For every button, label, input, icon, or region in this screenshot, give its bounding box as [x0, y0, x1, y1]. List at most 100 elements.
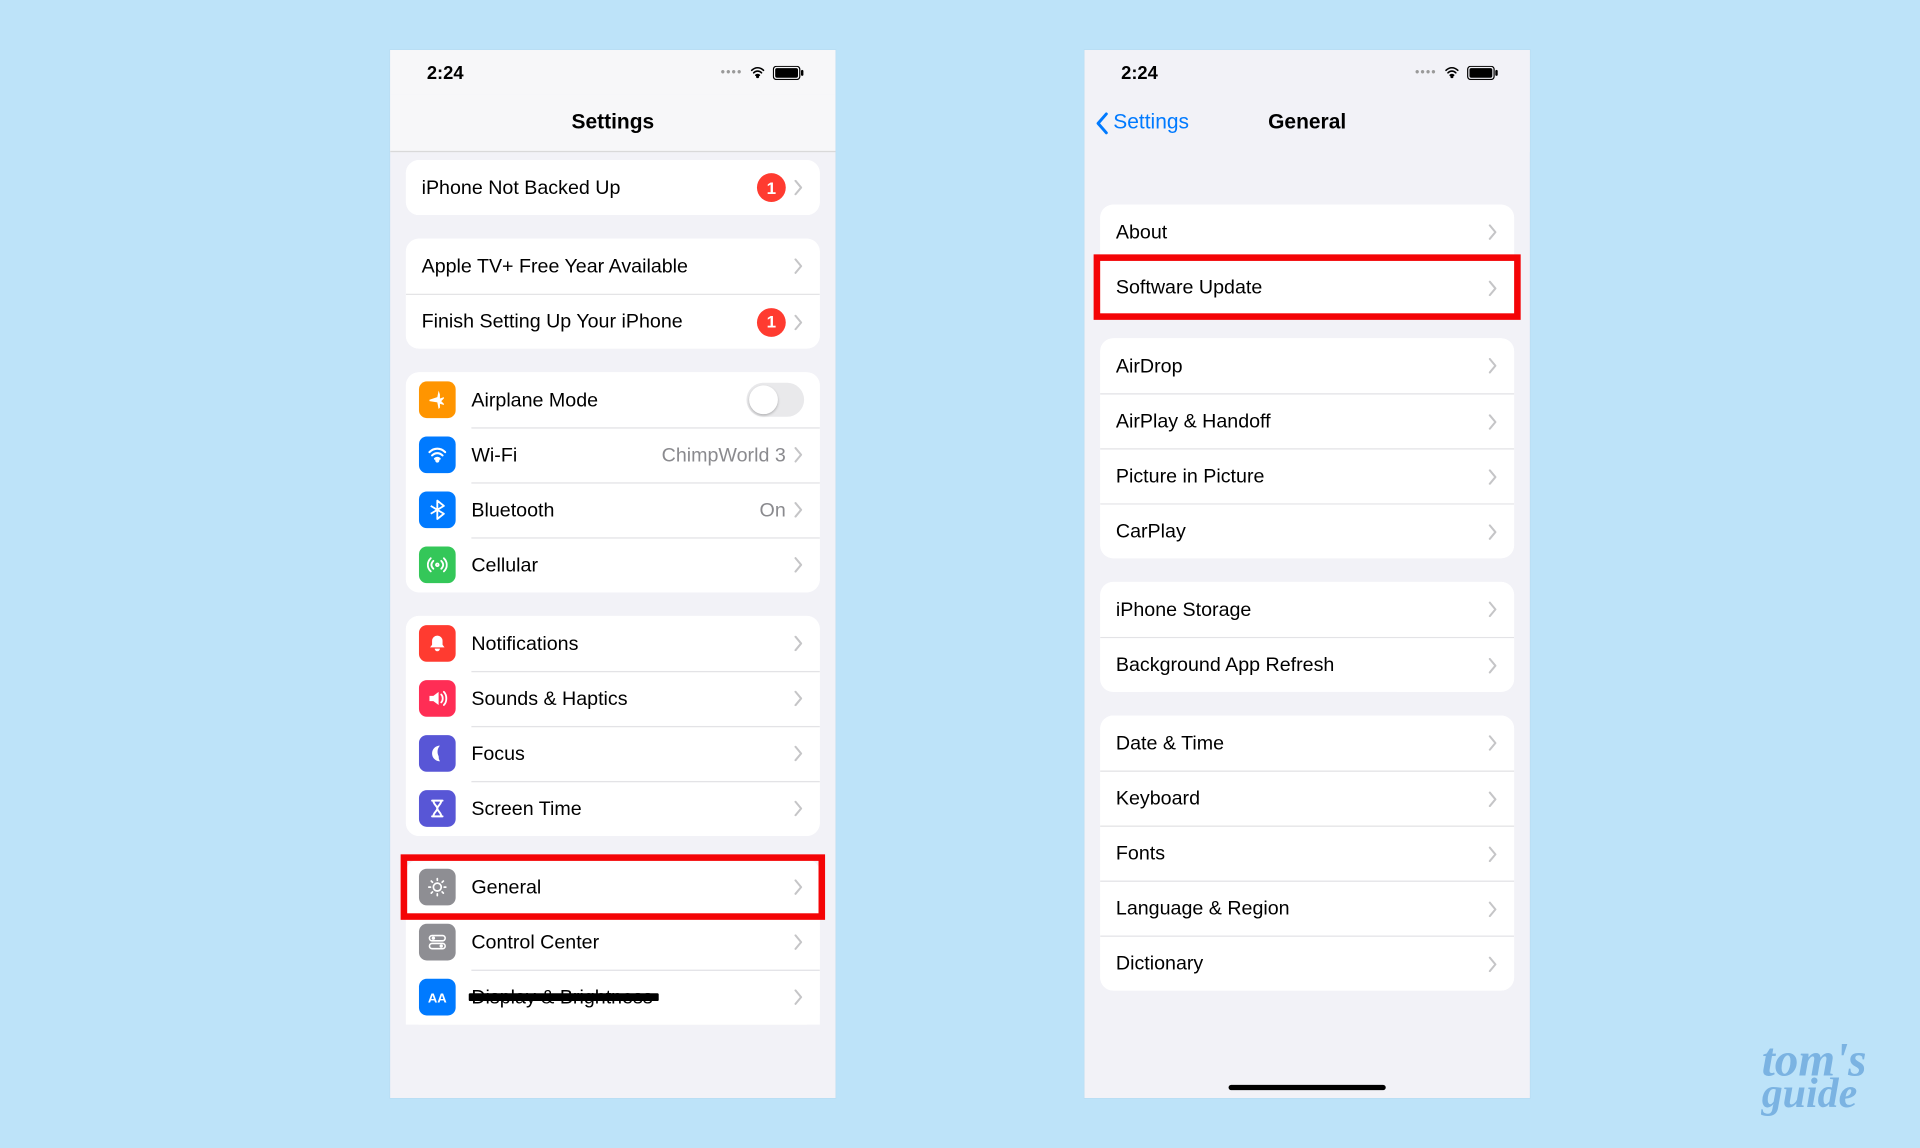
- chevron-right-icon: [794, 879, 804, 895]
- chevron-right-icon: [1488, 791, 1498, 807]
- row-label: Dictionary: [1116, 953, 1203, 975]
- chevron-right-icon: [794, 801, 804, 817]
- wifi-icon: [419, 436, 456, 473]
- speaker-icon: [419, 680, 456, 717]
- chevron-right-icon: [1488, 657, 1498, 673]
- row-dictionary[interactable]: Dictionary: [1100, 936, 1514, 991]
- group-date-keyboard: Date & Time Keyboard Fonts Language & Re…: [1100, 715, 1514, 990]
- row-label: Date & Time: [1116, 732, 1224, 754]
- row-cellular[interactable]: Cellular: [406, 537, 820, 592]
- back-button[interactable]: Settings: [1095, 95, 1189, 153]
- cellular-icon: [419, 546, 456, 583]
- airplane-toggle[interactable]: [746, 383, 804, 417]
- airplane-icon: [419, 381, 456, 418]
- group-system: General Control Center Display & Brightn…: [406, 860, 820, 1025]
- group-connectivity: Airplane Mode Wi-Fi ChimpWorld 3 Bluetoo…: [406, 372, 820, 592]
- row-control-center[interactable]: Control Center: [406, 915, 820, 970]
- status-time: 2:24: [427, 62, 464, 83]
- back-label: Settings: [1113, 112, 1189, 136]
- row-screen-time[interactable]: Screen Time: [406, 781, 820, 836]
- row-label: About: [1116, 221, 1167, 243]
- group-notifications: Notifications Sounds & Haptics Focus: [406, 616, 820, 836]
- row-background-app-refresh[interactable]: Background App Refresh: [1100, 637, 1514, 692]
- row-label: Airplane Mode: [471, 389, 598, 411]
- row-label: Fonts: [1116, 843, 1165, 865]
- row-keyboard[interactable]: Keyboard: [1100, 771, 1514, 826]
- row-apple-tv-promo[interactable]: Apple TV+ Free Year Available: [406, 239, 820, 294]
- row-about[interactable]: About: [1100, 205, 1514, 260]
- row-airplane-mode[interactable]: Airplane Mode: [406, 372, 820, 427]
- row-label: General: [471, 876, 541, 898]
- gear-icon: [419, 869, 456, 906]
- badge: 1: [757, 173, 786, 202]
- row-label: Software Update: [1116, 277, 1262, 299]
- row-finish-setup[interactable]: Finish Setting Up Your iPhone 1: [406, 294, 820, 349]
- row-label: CarPlay: [1116, 520, 1186, 542]
- chevron-right-icon: [794, 934, 804, 950]
- nav-header: Settings: [390, 95, 835, 153]
- row-label: AirDrop: [1116, 355, 1183, 377]
- row-airplay-handoff[interactable]: AirPlay & Handoff: [1100, 393, 1514, 448]
- wifi-icon: [1442, 64, 1462, 80]
- row-label: Cellular: [471, 554, 538, 576]
- redaction-bar: [469, 993, 659, 1001]
- row-wifi[interactable]: Wi-Fi ChimpWorld 3: [406, 427, 820, 482]
- hourglass-icon: [419, 790, 456, 827]
- group-airdrop: AirDrop AirPlay & Handoff Picture in Pic…: [1100, 338, 1514, 558]
- row-label: Sounds & Haptics: [471, 687, 627, 709]
- row-label: AirPlay & Handoff: [1116, 410, 1271, 432]
- row-notifications[interactable]: Notifications: [406, 616, 820, 671]
- battery-icon: [773, 65, 804, 79]
- row-display-brightness[interactable]: Display & Brightness: [406, 970, 820, 1025]
- page-title: General: [1268, 111, 1346, 135]
- chevron-right-icon: [794, 557, 804, 573]
- chevron-right-icon: [794, 258, 804, 274]
- row-iphone-storage[interactable]: iPhone Storage: [1100, 582, 1514, 637]
- chevron-right-icon: [794, 447, 804, 463]
- status-bar: 2:24 ••••: [390, 50, 835, 95]
- status-bar: 2:24 ••••: [1084, 50, 1529, 95]
- row-label: Control Center: [471, 931, 599, 953]
- chevron-right-icon: [794, 502, 804, 518]
- chevron-right-icon: [1488, 414, 1498, 430]
- settings-screen: 2:24 •••• Settings iPhone Not Backed Up …: [390, 50, 835, 1098]
- chevron-right-icon: [794, 691, 804, 707]
- row-label: Wi-Fi: [471, 444, 517, 466]
- chevron-right-icon: [1488, 469, 1498, 485]
- chevron-right-icon: [794, 636, 804, 652]
- chevron-right-icon: [1488, 358, 1498, 374]
- row-label: Picture in Picture: [1116, 465, 1265, 487]
- row-sounds-haptics[interactable]: Sounds & Haptics: [406, 671, 820, 726]
- general-screen: 2:24 •••• Settings General About: [1084, 50, 1529, 1098]
- chevron-right-icon: [794, 746, 804, 762]
- row-airdrop[interactable]: AirDrop: [1100, 338, 1514, 393]
- group-backup: iPhone Not Backed Up 1: [406, 160, 820, 215]
- chevron-right-icon: [794, 180, 804, 196]
- row-general[interactable]: General: [406, 860, 820, 915]
- group-promo: Apple TV+ Free Year Available Finish Set…: [406, 239, 820, 349]
- row-focus[interactable]: Focus: [406, 726, 820, 781]
- chevron-right-icon: [1488, 735, 1498, 751]
- row-label: Focus: [471, 742, 525, 764]
- row-software-update[interactable]: Software Update: [1100, 260, 1514, 315]
- bluetooth-icon: [419, 491, 456, 528]
- badge: 1: [757, 307, 786, 336]
- row-date-time[interactable]: Date & Time: [1100, 715, 1514, 770]
- moon-icon: [419, 735, 456, 772]
- home-indicator[interactable]: [1229, 1085, 1386, 1090]
- row-picture-in-picture[interactable]: Picture in Picture: [1100, 448, 1514, 503]
- row-language-region[interactable]: Language & Region: [1100, 881, 1514, 936]
- row-label: Background App Refresh: [1116, 654, 1334, 676]
- chevron-right-icon: [1488, 956, 1498, 972]
- row-carplay[interactable]: CarPlay: [1100, 503, 1514, 558]
- chevron-right-icon: [1488, 901, 1498, 917]
- row-bluetooth[interactable]: Bluetooth On: [406, 482, 820, 537]
- chevron-right-icon: [794, 314, 804, 330]
- chevron-right-icon: [1488, 846, 1498, 862]
- row-iphone-not-backed-up[interactable]: iPhone Not Backed Up 1: [406, 160, 820, 215]
- row-fonts[interactable]: Fonts: [1100, 826, 1514, 881]
- row-label: Notifications: [471, 632, 578, 654]
- group-about: About Software Update: [1100, 205, 1514, 315]
- chevron-right-icon: [1488, 602, 1498, 618]
- cellular-dots-icon: ••••: [1415, 66, 1437, 79]
